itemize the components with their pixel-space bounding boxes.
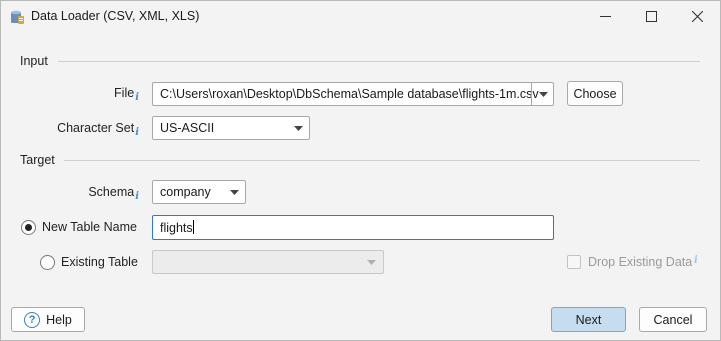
- database-app-icon: [11, 10, 24, 24]
- drop-existing-label: Drop Existing Data: [588, 255, 693, 269]
- window-title: Data Loader (CSV, XML, XLS): [31, 9, 200, 23]
- combo-divider: [531, 83, 532, 105]
- help-button-label: Help: [46, 312, 72, 327]
- charset-info-icon[interactable]: i: [135, 127, 139, 138]
- existing-table-select[interactable]: [152, 250, 384, 274]
- charset-value: US-ASCII: [160, 121, 215, 135]
- chevron-down-icon: [367, 260, 376, 265]
- chevron-down-icon[interactable]: [539, 92, 548, 97]
- target-section-label: Target: [20, 153, 55, 167]
- schema-select[interactable]: company: [152, 180, 246, 204]
- close-icon: [691, 11, 703, 22]
- close-button[interactable]: [674, 1, 720, 32]
- cancel-button-label: Cancel: [653, 312, 693, 327]
- data-loader-dialog: Data Loader (CSV, XML, XLS) Input Filei …: [0, 0, 721, 341]
- target-separator: [64, 160, 700, 161]
- text-caret: [192, 220, 194, 234]
- schema-value: company: [160, 185, 211, 199]
- drop-existing-checkbox[interactable]: [567, 255, 581, 269]
- minimize-button[interactable]: [582, 1, 628, 32]
- help-button[interactable]: ? Help: [11, 307, 85, 332]
- charset-label-group: Character Seti: [41, 121, 139, 138]
- new-table-label[interactable]: New Table Name: [42, 220, 137, 234]
- charset-select[interactable]: US-ASCII: [152, 116, 310, 140]
- schema-info-icon[interactable]: i: [135, 191, 139, 202]
- minimize-icon: [599, 16, 611, 17]
- chevron-down-icon: [294, 126, 303, 131]
- help-icon: ?: [24, 311, 41, 328]
- choose-button[interactable]: Choose: [567, 81, 623, 106]
- next-button-label: Next: [575, 312, 602, 327]
- file-label-group: Filei: [61, 86, 139, 103]
- new-table-name-input[interactable]: flights: [152, 215, 554, 240]
- schema-label: Schema: [88, 185, 135, 199]
- file-path-combo[interactable]: C:\Users\roxan\Desktop\DbSchema\Sample d…: [152, 82, 554, 106]
- existing-table-label[interactable]: Existing Table: [61, 255, 138, 269]
- file-label: File: [114, 86, 135, 100]
- cancel-button[interactable]: Cancel: [639, 307, 707, 332]
- file-info-icon[interactable]: i: [135, 92, 139, 103]
- input-section-label: Input: [20, 54, 48, 68]
- new-table-radio[interactable]: [21, 220, 36, 235]
- chevron-down-icon: [230, 190, 239, 195]
- existing-table-radio[interactable]: [40, 255, 55, 270]
- drop-existing-info-icon[interactable]: i: [694, 255, 698, 266]
- maximize-icon: [645, 11, 657, 22]
- input-separator: [58, 61, 700, 62]
- schema-label-group: Schemai: [61, 185, 139, 202]
- new-table-name-value: flights: [160, 221, 193, 235]
- file-path-value: C:\Users\roxan\Desktop\DbSchema\Sample d…: [160, 87, 539, 101]
- title-bar: Data Loader (CSV, XML, XLS): [1, 1, 720, 32]
- maximize-button[interactable]: [628, 1, 674, 32]
- choose-button-label: Choose: [573, 86, 617, 101]
- next-button[interactable]: Next: [551, 307, 626, 332]
- charset-label: Character Set: [57, 121, 135, 135]
